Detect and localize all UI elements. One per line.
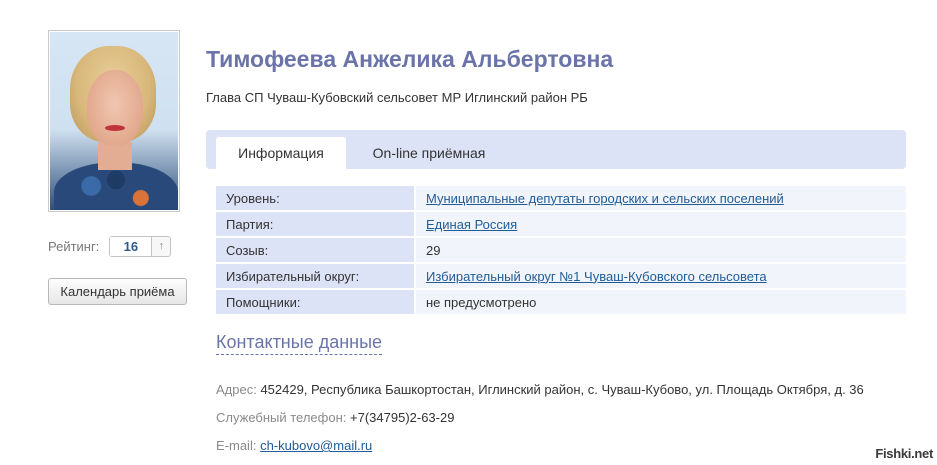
convocation-value: 29: [416, 238, 906, 262]
tab-information[interactable]: Информация: [216, 137, 346, 169]
party-link[interactable]: Единая Россия: [426, 217, 517, 232]
row-label: Уровень:: [216, 186, 416, 210]
row-label: Помощники:: [216, 290, 416, 314]
contacts-heading[interactable]: Контактные данные: [216, 332, 383, 355]
table-row: Партия: Единая Россия: [216, 212, 906, 236]
table-row: Уровень: Муниципальные депутаты городски…: [216, 186, 906, 210]
table-row: Избирательный округ: Избирательный округ…: [216, 264, 906, 288]
email-line: E-mail: ch-kubovo@mail.ru: [216, 438, 372, 453]
rating-value: 16: [110, 237, 153, 256]
profile-photo: [48, 30, 180, 212]
row-label: Избирательный округ:: [216, 264, 416, 288]
address-label: Адрес:: [216, 382, 257, 397]
address-value: 452429, Республика Башкортостан, Иглинск…: [260, 382, 864, 397]
phone-line: Служебный телефон: +7(34795)2-63-29: [216, 410, 454, 425]
position-subtitle: Глава СП Чуваш-Кубовский сельсовет МР Иг…: [206, 90, 588, 105]
table-row: Созыв: 29: [216, 238, 906, 262]
email-link[interactable]: ch-kubovo@mail.ru: [260, 438, 372, 453]
phone-value: +7(34795)2-63-29: [350, 410, 455, 425]
watermark: Fishki.net: [875, 446, 933, 461]
rating: Рейтинг: 16 ↑: [48, 236, 172, 257]
email-label: E-mail:: [216, 438, 257, 453]
page-title: Тимофеева Анжелика Альбертовна: [206, 46, 614, 72]
arrow-up-icon[interactable]: ↑: [152, 237, 170, 256]
assistants-value: не предусмотрено: [416, 290, 906, 314]
table-row: Помощники: не предусмотрено: [216, 290, 906, 314]
tab-bar: Информация On-line приёмная: [206, 130, 906, 169]
row-label: Партия:: [216, 212, 416, 236]
left-column: Рейтинг: 16 ↑ Календарь приёма: [48, 30, 188, 305]
level-link[interactable]: Муниципальные депутаты городских и сельс…: [426, 191, 784, 206]
tab-online-reception[interactable]: On-line приёмная: [354, 137, 504, 169]
calendar-button[interactable]: Календарь приёма: [48, 278, 187, 305]
rating-label: Рейтинг:: [48, 239, 100, 254]
info-table: Уровень: Муниципальные депутаты городски…: [216, 184, 906, 316]
address-line: Адрес: 452429, Республика Башкортостан, …: [216, 382, 864, 397]
rating-widget: 16 ↑: [109, 236, 172, 257]
portrait-image: [50, 32, 178, 210]
district-link[interactable]: Избирательный округ №1 Чуваш-Кубовского …: [426, 269, 767, 284]
row-label: Созыв:: [216, 238, 416, 262]
phone-label: Служебный телефон:: [216, 410, 347, 425]
